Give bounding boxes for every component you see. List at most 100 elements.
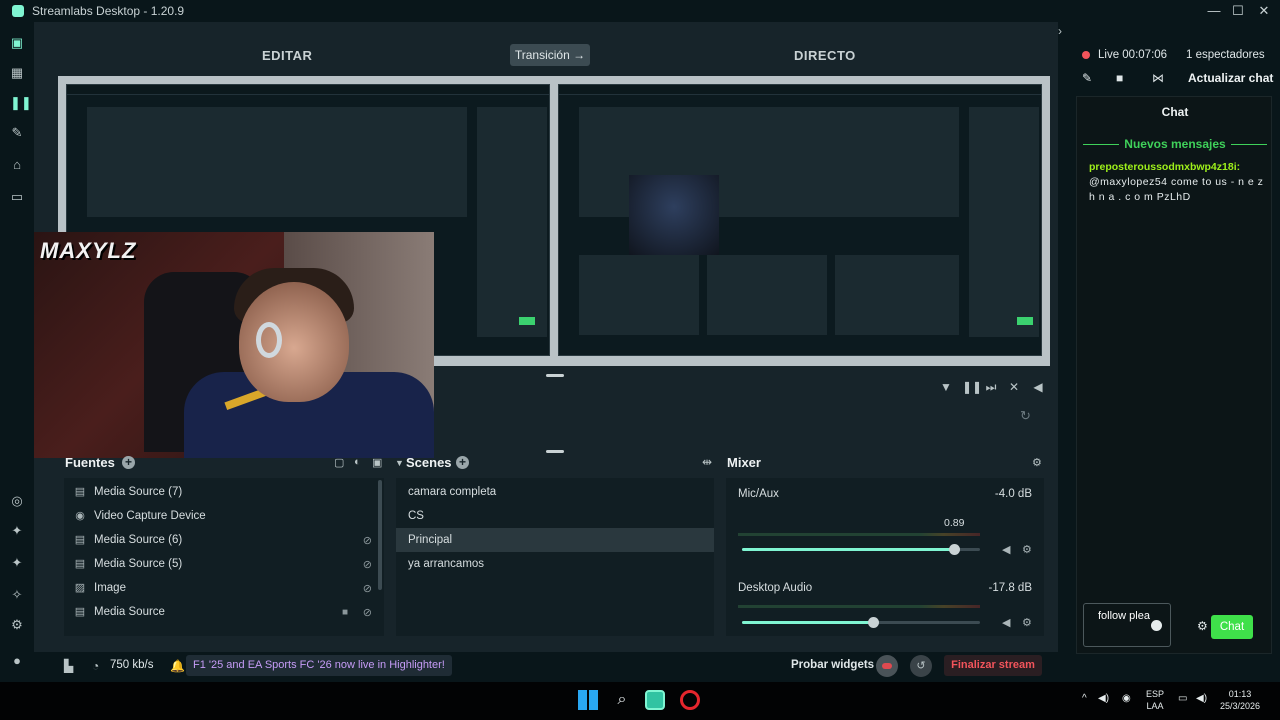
live-preview-pane[interactable] bbox=[558, 84, 1042, 356]
pause-icon[interactable]: ❚❚ bbox=[962, 380, 982, 394]
volume-slider[interactable] bbox=[742, 544, 980, 555]
store-icon[interactable]: ⌂ bbox=[10, 158, 24, 172]
resize-handle[interactable] bbox=[546, 374, 564, 377]
volume-icon[interactable]: ◀ bbox=[1031, 380, 1045, 394]
test-widgets-button[interactable]: Probar widgets bbox=[791, 659, 874, 671]
tray-chevron-icon[interactable]: ^ bbox=[1082, 693, 1087, 704]
scene-item[interactable]: camara completa bbox=[396, 480, 714, 504]
film-icon: ▤ bbox=[74, 606, 86, 618]
filter-icon[interactable]: ▼ bbox=[939, 380, 953, 394]
transition-button[interactable]: Transición → bbox=[510, 44, 590, 66]
hidden-eye-icon[interactable]: ⊘ bbox=[363, 582, 372, 595]
group-icon[interactable]: ◐ bbox=[354, 456, 361, 468]
grid-icon[interactable]: ▦ bbox=[10, 66, 24, 80]
hidden-eye-icon[interactable]: ⊘ bbox=[363, 606, 372, 619]
window-title: Streamlabs Desktop - 1.20.9 bbox=[32, 4, 185, 18]
emoji-icon[interactable] bbox=[1151, 620, 1162, 631]
highlighter-icon[interactable]: ▭ bbox=[10, 190, 24, 204]
scene-item-active[interactable]: Principal bbox=[396, 528, 714, 552]
volume-fill bbox=[742, 548, 954, 551]
share-icon[interactable]: ⋈ bbox=[1152, 71, 1164, 85]
volume-slider[interactable] bbox=[742, 617, 980, 628]
folder-icon[interactable]: ▢ bbox=[334, 456, 344, 469]
film-icon: ▤ bbox=[74, 534, 86, 546]
source-item[interactable]: ▨ Image ⊘ bbox=[64, 576, 384, 600]
record-button[interactable] bbox=[876, 655, 898, 677]
magic-icon[interactable]: ✧ bbox=[10, 588, 24, 602]
maximize-button[interactable]: ☐ bbox=[1226, 0, 1250, 22]
chat-username[interactable]: preposteroussodmxbwp4z18i: bbox=[1089, 161, 1240, 173]
stats-icon[interactable]: ▙ bbox=[64, 659, 73, 673]
speaker-tray-icon[interactable]: ◀) bbox=[1098, 693, 1109, 704]
dock-resize-handle[interactable] bbox=[546, 450, 564, 453]
speaker-icon[interactable]: ◀ bbox=[1002, 543, 1010, 556]
properties-icon[interactable]: ▣ bbox=[372, 456, 382, 469]
source-item[interactable]: ▤ Media Source (7) bbox=[64, 480, 384, 504]
edit-mode-label: EDITAR bbox=[262, 48, 313, 63]
live-indicator-icon bbox=[1082, 51, 1090, 59]
language-indicator[interactable]: ESP LAA bbox=[1146, 688, 1164, 712]
settings-icon[interactable]: ⚙ bbox=[10, 618, 24, 632]
search-icon[interactable]: ⌕ bbox=[612, 690, 632, 710]
add-source-button[interactable]: + bbox=[122, 456, 135, 469]
sources-scrollbar[interactable] bbox=[378, 480, 382, 590]
image-icon: ▨ bbox=[74, 582, 86, 594]
bell-icon[interactable]: 🔔 bbox=[170, 659, 185, 673]
webcam-overlay: MAXYLZ bbox=[34, 232, 434, 458]
editor-icon[interactable]: ❚❚ bbox=[10, 96, 32, 110]
mute-mic-icon[interactable]: ✕ bbox=[1007, 380, 1021, 394]
refresh-chat-button[interactable]: Actualizar chat bbox=[1188, 71, 1273, 85]
windows-start-icon[interactable] bbox=[578, 690, 598, 710]
streamlabs-logo-icon bbox=[12, 5, 24, 17]
channel-gear-icon[interactable]: ⚙ bbox=[1022, 543, 1032, 556]
volume-knob[interactable] bbox=[948, 544, 960, 555]
mixer-title: Mixer bbox=[727, 455, 761, 470]
clock[interactable]: 01:13 25/3/2026 bbox=[1220, 688, 1260, 712]
skip-icon[interactable]: ⏭ bbox=[984, 380, 998, 394]
channel-gear-icon[interactable]: ⚙ bbox=[1022, 616, 1032, 629]
refresh-icon[interactable]: ↻ bbox=[1020, 408, 1031, 424]
mixer-channel-name: Desktop Audio bbox=[738, 582, 813, 594]
volume-knob[interactable] bbox=[867, 617, 879, 628]
replay-buffer-icon[interactable]: ↺ bbox=[910, 655, 932, 677]
source-item[interactable]: ▤ Media Source (6) ⊘ bbox=[64, 528, 384, 552]
close-button[interactable]: ✕ bbox=[1252, 0, 1276, 22]
opera-icon[interactable] bbox=[680, 690, 700, 710]
audio-meter bbox=[738, 533, 980, 536]
mixer-channel-db: -17.8 dB bbox=[988, 582, 1032, 594]
streamlabs-taskbar-icon[interactable] bbox=[645, 690, 665, 710]
notification-banner[interactable]: F1 '25 and EA Sports FC '26 now live in … bbox=[186, 655, 452, 676]
mixer-settings-icon[interactable]: ⚙ bbox=[1032, 456, 1042, 469]
network-icon[interactable]: ▭ bbox=[1178, 693, 1187, 704]
end-stream-button[interactable]: Finalizar stream bbox=[944, 655, 1042, 676]
chevron-right-icon[interactable]: › bbox=[1058, 24, 1062, 38]
hidden-eye-icon[interactable]: ⊘ bbox=[363, 558, 372, 571]
scenes-title: Scenes bbox=[406, 455, 452, 470]
themes-icon[interactable]: ✎ bbox=[10, 126, 24, 140]
hidden-eye-icon[interactable]: ⊘ bbox=[363, 534, 372, 547]
dashboard-icon[interactable]: ▣ bbox=[10, 36, 24, 50]
add-scene-button[interactable]: + bbox=[456, 456, 469, 469]
video-icon[interactable]: ■ bbox=[1116, 71, 1123, 85]
scene-item[interactable]: ya arrancamos bbox=[396, 552, 714, 576]
status-bar: ▙ ◔ 750 kb/s 🔔 F1 '25 and EA Sports FC '… bbox=[34, 652, 1058, 682]
scenes-list: camara completa CS Principal ya arrancam… bbox=[396, 478, 714, 636]
scene-item[interactable]: CS bbox=[396, 504, 714, 528]
source-item[interactable]: ▤ Media Source ■ ⊘ bbox=[64, 600, 384, 624]
widget-icon[interactable]: ◎ bbox=[10, 494, 24, 508]
lock-icon[interactable]: ■ bbox=[342, 607, 348, 618]
tools-icon[interactable]: ✦ bbox=[10, 524, 24, 538]
chat-send-button[interactable]: Chat bbox=[1211, 615, 1253, 639]
volume-tray-icon[interactable]: ◀) bbox=[1196, 693, 1207, 704]
collapse-dock-icon[interactable]: ⇹ bbox=[702, 455, 712, 469]
apps-icon[interactable]: ✦ bbox=[10, 556, 24, 570]
source-item[interactable]: ◉ Video Capture Device bbox=[64, 504, 384, 528]
minimize-button[interactable]: — bbox=[1202, 0, 1226, 22]
speaker-icon[interactable]: ◀ bbox=[1002, 616, 1010, 629]
mic-tray-icon[interactable]: ◉ bbox=[1122, 693, 1131, 704]
chevron-down-icon[interactable]: ▼ bbox=[395, 458, 404, 468]
edit-icon[interactable]: ✎ bbox=[1082, 71, 1092, 85]
chat-settings-icon[interactable]: ⚙ bbox=[1197, 619, 1208, 633]
source-item[interactable]: ▤ Media Source (5) ⊘ bbox=[64, 552, 384, 576]
profile-icon[interactable]: ● bbox=[10, 654, 24, 668]
